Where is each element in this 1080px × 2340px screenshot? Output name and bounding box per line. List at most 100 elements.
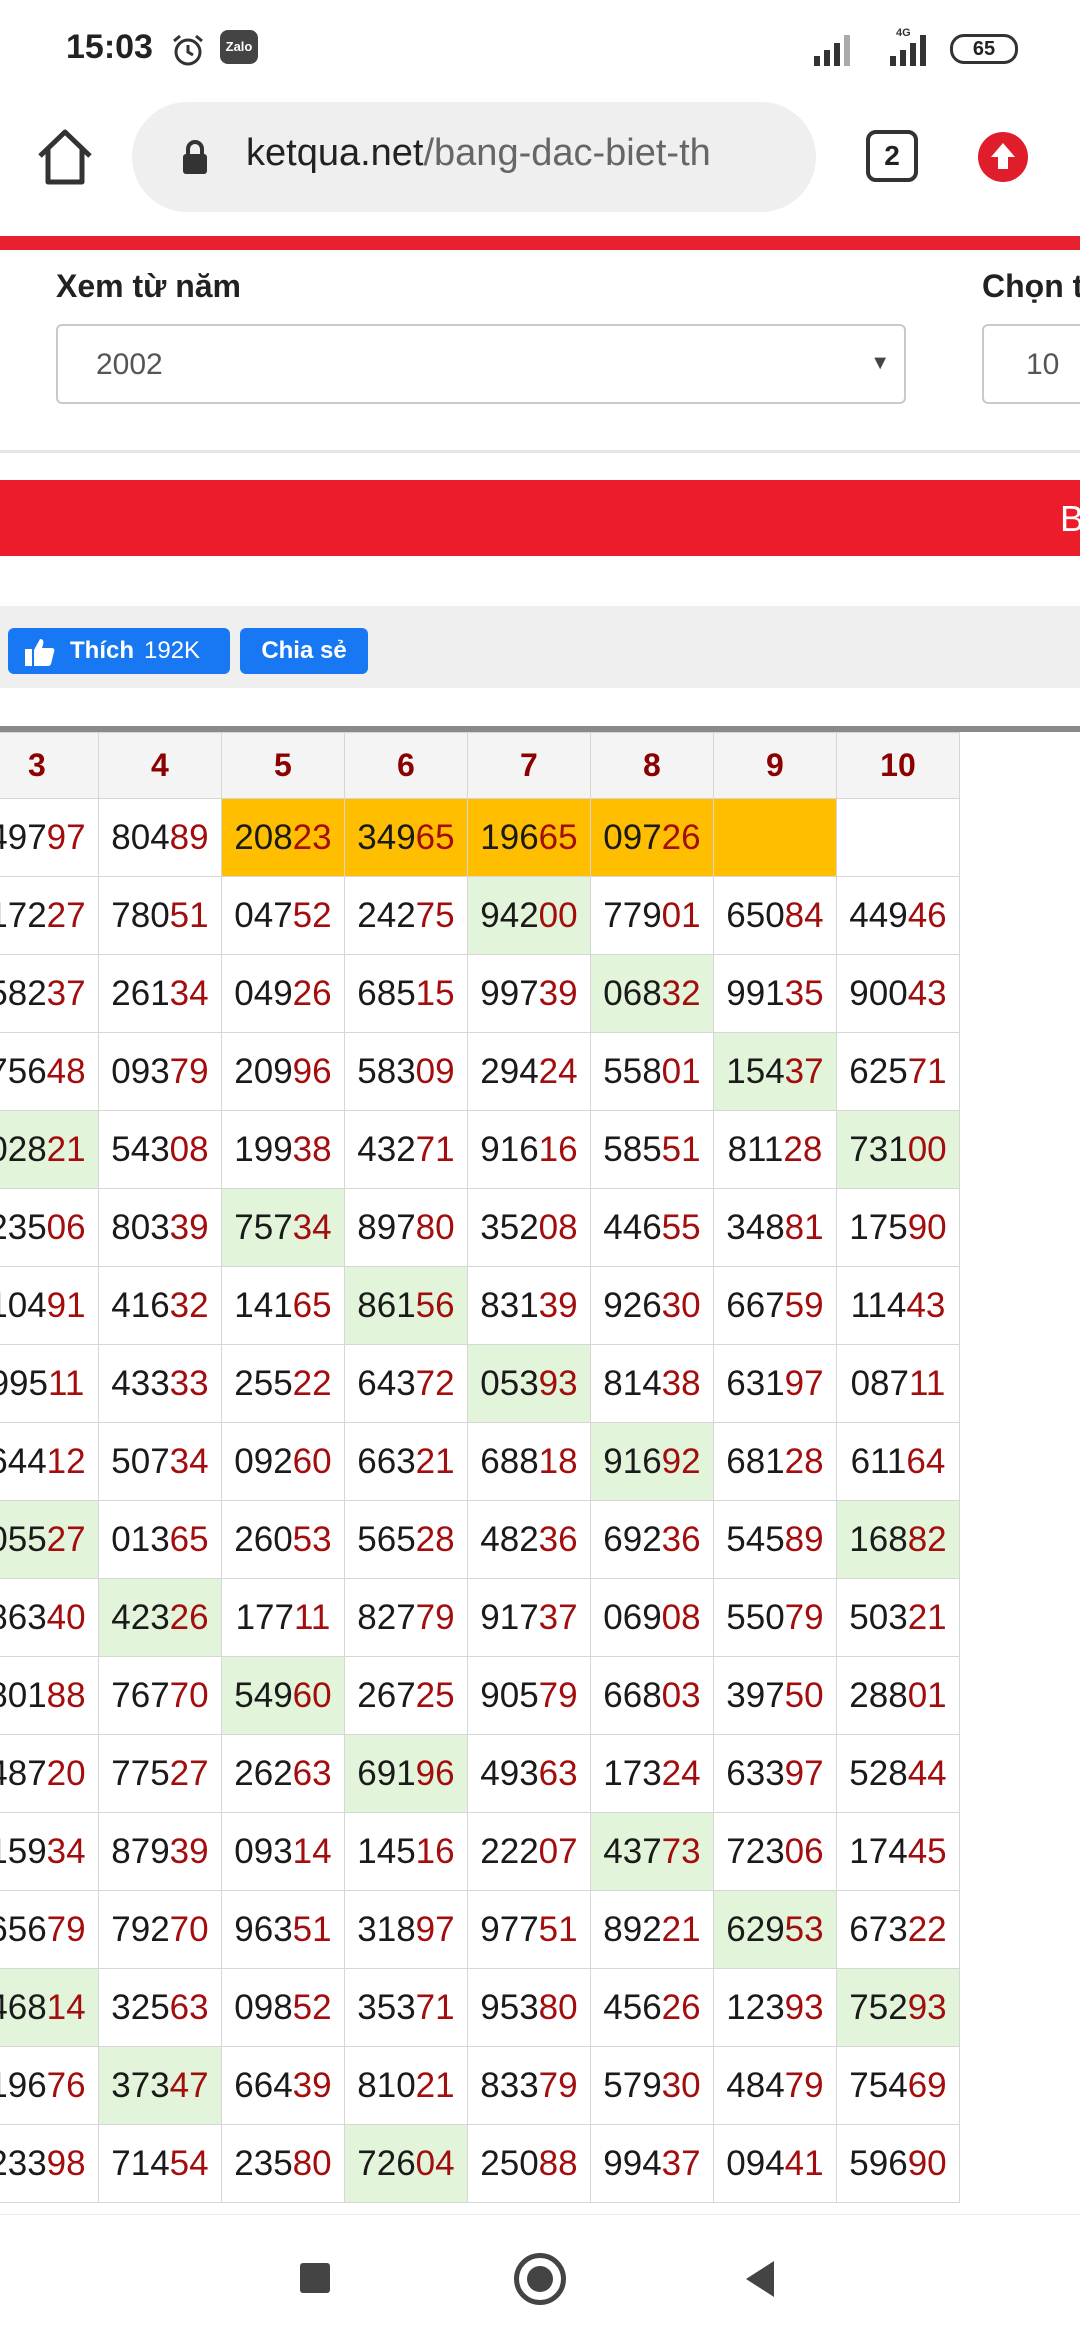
update-icon[interactable] — [976, 130, 1030, 184]
number-head: 731 — [849, 1129, 908, 1169]
number-head: 767 — [111, 1675, 170, 1715]
home-icon[interactable] — [30, 122, 100, 192]
number-tail: 81 — [784, 1207, 824, 1247]
result-cell: 16882 — [835, 1500, 961, 1579]
nav-home-icon[interactable] — [514, 2253, 566, 2305]
number-head: 196 — [480, 817, 539, 857]
number-head: 123 — [726, 1987, 785, 2027]
number-head: 543 — [111, 1129, 170, 1169]
choose-label: Chọn t — [982, 268, 1080, 304]
result-cell: 54308 — [97, 1110, 222, 1189]
nav-recents-icon[interactable] — [300, 2263, 330, 2293]
facebook-like-button[interactable]: Thích 192K — [8, 628, 230, 674]
number-tail: 70 — [169, 1675, 209, 1715]
result-cell: 81021 — [343, 2046, 468, 2125]
result-cell: 65084 — [712, 876, 837, 955]
number-tail: 38 — [292, 1129, 332, 1169]
red-banner: B — [0, 480, 1080, 556]
result-cell: 26134 — [97, 954, 222, 1033]
dropdown-arrow-icon: ▼ — [870, 352, 890, 374]
number-head: 833 — [480, 2065, 539, 2105]
tabs-icon[interactable]: 2 — [866, 130, 918, 182]
number-tail: 60 — [292, 1675, 332, 1715]
number-tail: 63 — [169, 1987, 209, 2027]
result-cell: 01365 — [97, 1500, 222, 1579]
result-cell: 34881 — [712, 1188, 837, 1267]
number-tail: 32 — [169, 1285, 209, 1325]
results-table: 345678910 497978048920823349651966509726… — [0, 732, 961, 2203]
number-tail: 93 — [538, 1363, 578, 1403]
number-tail: 79 — [538, 2065, 578, 2105]
nav-back-icon[interactable] — [742, 2259, 778, 2299]
from-year-select[interactable]: 2002 ▼ — [56, 324, 906, 404]
number-tail: 89 — [169, 817, 209, 857]
number-tail: 79 — [538, 1675, 578, 1715]
number-head: 663 — [357, 1441, 416, 1481]
result-cell: 26053 — [220, 1500, 345, 1579]
result-cell — [835, 798, 961, 877]
table-row: 2350680339757348978035208446553488117590 — [0, 1188, 961, 1267]
number-head: 926 — [603, 1285, 662, 1325]
result-cell: 63197 — [712, 1344, 837, 1423]
number-head: 145 — [357, 1831, 416, 1871]
number-tail: 79 — [784, 2065, 824, 2105]
result-cell: 14516 — [343, 1812, 468, 1891]
number-tail: 06 — [784, 1831, 824, 1871]
number-tail: 04 — [415, 2143, 455, 2183]
number-head: 565 — [357, 1519, 416, 1559]
number-head: 114 — [850, 1285, 907, 1325]
number-tail: 34 — [169, 973, 209, 1013]
number-head: 528 — [849, 1753, 908, 1793]
result-cell: 31897 — [343, 1890, 468, 1969]
number-tail: 65 — [538, 817, 578, 857]
result-cell: 66321 — [343, 1422, 468, 1501]
table-row: 2339871454235807260425088994370944159690 — [0, 2124, 961, 2203]
number-head: 423 — [111, 1597, 170, 1637]
number-tail: 18 — [538, 1441, 578, 1481]
column-header: 4 — [97, 732, 222, 799]
number-head: 668 — [603, 1675, 662, 1715]
number-tail: 43 — [907, 973, 947, 1013]
number-head: 779 — [603, 895, 662, 935]
facebook-share-button[interactable]: Chia sẻ — [240, 628, 368, 674]
number-head: 255 — [234, 1363, 293, 1403]
column-header: 3 — [0, 732, 99, 799]
number-tail: 79 — [169, 1051, 209, 1091]
number-tail: 55 — [661, 1207, 701, 1247]
result-cell: 75648 — [0, 1032, 99, 1111]
result-cell: 02821 — [0, 1110, 99, 1189]
number-head: 098 — [234, 1987, 293, 2027]
number-tail: 98 — [46, 2143, 86, 2183]
number-tail: 93 — [907, 1987, 947, 2027]
number-head: 879 — [111, 1831, 170, 1871]
number-tail: 26 — [292, 973, 332, 1013]
number-tail: 08 — [661, 1597, 701, 1637]
number-head: 093 — [111, 1051, 170, 1091]
number-head: 196 — [0, 2065, 47, 2105]
number-tail: 51 — [538, 1909, 578, 1949]
result-cell: 09314 — [220, 1812, 345, 1891]
url-text[interactable]: ketqua.net/bang-dac-biet-th — [246, 132, 806, 184]
choose-select[interactable]: 10 — [982, 324, 1080, 404]
number-tail: 34 — [46, 1831, 86, 1871]
number-head: 288 — [849, 1675, 908, 1715]
number-head: 685 — [357, 973, 416, 1013]
column-header: 7 — [466, 732, 591, 799]
number-tail: 23 — [292, 817, 332, 857]
number-head: 714 — [111, 2143, 170, 2183]
number-tail: 34 — [292, 1207, 332, 1247]
number-head: 172 — [0, 895, 47, 935]
result-cell: 76770 — [97, 1656, 222, 1735]
address-bar[interactable]: ketqua.net/bang-dac-biet-th — [132, 102, 816, 212]
result-cell: 73100 — [835, 1110, 961, 1189]
number-head: 803 — [111, 1207, 170, 1247]
result-cell: 55079 — [712, 1578, 837, 1657]
number-head: 897 — [357, 1207, 416, 1247]
result-cell: 19665 — [466, 798, 591, 877]
number-tail: 21 — [661, 1909, 701, 1949]
result-cell: 10491 — [0, 1266, 99, 1345]
result-cell: 80489 — [97, 798, 222, 877]
number-tail: 88 — [46, 1675, 86, 1715]
number-head: 373 — [111, 2065, 170, 2105]
number-head: 432 — [357, 1129, 416, 1169]
